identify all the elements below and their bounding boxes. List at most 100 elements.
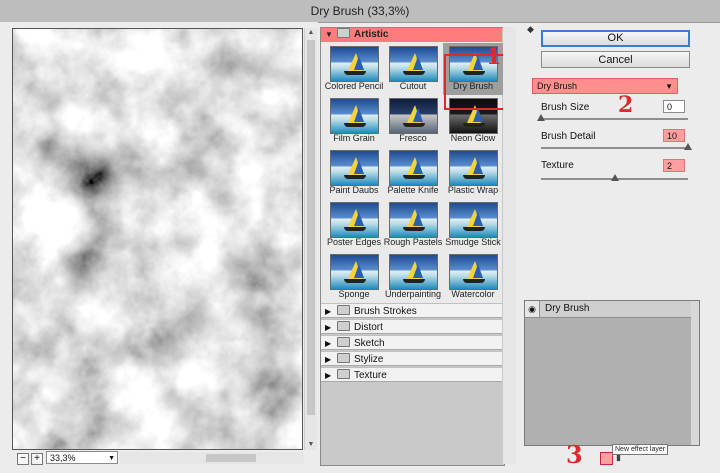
filter-select[interactable]: Dry Brush ▼ (532, 78, 678, 94)
filter-label: Palette Knife (387, 185, 439, 195)
brush-detail-slider[interactable] (541, 147, 688, 149)
texture-field[interactable]: 2 (663, 159, 685, 172)
filter-thumbnail (389, 98, 438, 134)
cancel-button[interactable]: Cancel (541, 51, 690, 68)
filter-plastic-wrap[interactable]: Plastic Wrap (443, 147, 503, 199)
filter-poster-edges[interactable]: Poster Edges (324, 199, 384, 251)
folder-icon (337, 353, 350, 363)
filter-cutout[interactable]: Cutout (383, 43, 443, 95)
layers-scrollbar[interactable] (691, 301, 699, 445)
filter-label: Paint Daubs (329, 185, 379, 195)
zoom-select[interactable]: 33,3% ▼ (46, 451, 118, 464)
filter-thumbnail (330, 254, 379, 290)
gallery-scrollbar[interactable] (503, 27, 516, 464)
brush-detail-label: Brush Detail (541, 131, 596, 142)
filter-sponge[interactable]: Sponge (324, 251, 384, 303)
category-texture[interactable]: ▶ Texture (321, 367, 502, 382)
filter-thumbnail (389, 202, 438, 238)
filter-thumbnail (330, 150, 379, 186)
filter-thumbnail (449, 254, 498, 290)
category-label: Texture (354, 370, 387, 381)
folder-icon (337, 337, 350, 347)
folder-icon (337, 321, 350, 331)
filter-watercolor[interactable]: Watercolor (443, 251, 503, 303)
scroll-thumb[interactable] (307, 40, 315, 415)
effect-layer-row[interactable]: ◉ Dry Brush (525, 301, 691, 318)
filter-label: Smudge Stick (445, 237, 501, 247)
ok-button[interactable]: OK (541, 30, 690, 47)
filter-rough-pastels[interactable]: Rough Pastels (383, 199, 443, 251)
zoom-in-button[interactable]: + (31, 453, 43, 465)
category-sketch[interactable]: ▶ Sketch (321, 335, 502, 350)
preview-canvas[interactable] (12, 28, 303, 450)
brush-size-slider[interactable] (541, 118, 688, 120)
preview-vertical-scrollbar[interactable]: ▲ ▼ (304, 28, 317, 450)
filter-fresco[interactable]: Fresco (383, 95, 443, 147)
collapse-gallery-icon[interactable]: ◆ (527, 24, 534, 35)
category-artistic[interactable]: ▼ Artistic (321, 28, 502, 42)
filter-underpainting[interactable]: Underpainting (383, 251, 443, 303)
filter-paint-daubs[interactable]: Paint Daubs (324, 147, 384, 199)
scroll-down-icon[interactable]: ▼ (305, 440, 317, 450)
brush-detail-field[interactable]: 10 (663, 129, 685, 142)
scroll-up-icon[interactable]: ▲ (305, 28, 317, 38)
category-brush-strokes[interactable]: ▶ Brush Strokes (321, 303, 502, 318)
category-label: Brush Strokes (354, 306, 417, 317)
filter-thumbnail (389, 46, 438, 82)
filter-thumbnail (330, 98, 379, 134)
effect-layer-label: Dry Brush (545, 303, 590, 314)
folder-icon (337, 28, 350, 38)
filter-label: Underpainting (384, 289, 442, 299)
category-label: Distort (354, 322, 383, 333)
folder-icon (337, 369, 350, 379)
brush-detail-slider-knob[interactable] (684, 143, 692, 150)
filter-label: Film Grain (333, 133, 375, 143)
tooltip: New effect layer (612, 444, 668, 455)
category-label: Stylize (354, 354, 384, 365)
zoom-value: 33,3% (50, 453, 76, 463)
zoom-out-button[interactable]: − (17, 453, 29, 465)
annotation-number-2: 2 (618, 92, 634, 118)
collapsed-triangle-icon: ▶ (325, 339, 332, 348)
texture-label: Texture (541, 160, 574, 171)
filter-thumbnail (389, 254, 438, 290)
window-title: Dry Brush (33,3%) (0, 0, 720, 23)
category-stylize[interactable]: ▶ Stylize (321, 351, 502, 366)
filter-label: Sponge (338, 289, 370, 299)
filter-label: Neon Glow (450, 133, 496, 143)
filter-thumbnail (449, 150, 498, 186)
filter-palette-knife[interactable]: Palette Knife (383, 147, 443, 199)
filter-film-grain[interactable]: Film Grain (324, 95, 384, 147)
filter-gallery: ▼ Artistic Colored Pencil Cutout Dry Brus… (320, 27, 506, 466)
chevron-down-icon: ▼ (665, 82, 673, 91)
eye-icon[interactable]: ◉ (525, 301, 540, 317)
clouds-preview-image (13, 29, 302, 449)
filter-label: Rough Pastels (383, 237, 443, 247)
brush-size-label: Brush Size (541, 102, 590, 113)
annotation-number-3: 3 (566, 440, 583, 469)
filter-label: Poster Edges (326, 237, 382, 247)
category-distort[interactable]: ▶ Distort (321, 319, 502, 334)
filter-select-value: Dry Brush (537, 81, 578, 91)
category-label: Sketch (354, 338, 385, 349)
filter-label: Cutout (399, 81, 427, 91)
scroll-thumb[interactable] (206, 454, 256, 462)
expanded-triangle-icon: ▼ (325, 30, 333, 39)
texture-slider-knob[interactable] (610, 174, 619, 181)
annotation-number-1: 1 (486, 44, 502, 70)
collapsed-triangle-icon: ▶ (325, 355, 332, 364)
chevron-down-icon: ▼ (108, 455, 115, 462)
filter-colored-pencil[interactable]: Colored Pencil (324, 43, 384, 95)
brush-size-slider-knob[interactable] (537, 114, 545, 121)
filter-smudge-stick[interactable]: Smudge Stick (443, 199, 503, 251)
collapsed-triangle-icon: ▶ (325, 371, 332, 380)
effect-layers-panel: ◉ Dry Brush (524, 300, 700, 446)
brush-size-field[interactable]: 0 (663, 100, 685, 113)
collapsed-triangle-icon: ▶ (325, 307, 332, 316)
filter-label: Watercolor (451, 289, 495, 299)
filter-thumbnail (330, 46, 379, 82)
preview-horizontal-scrollbar[interactable] (120, 452, 304, 464)
filter-label: Fresco (399, 133, 427, 143)
category-label: Artistic (354, 29, 389, 40)
filter-thumbnail (330, 202, 379, 238)
